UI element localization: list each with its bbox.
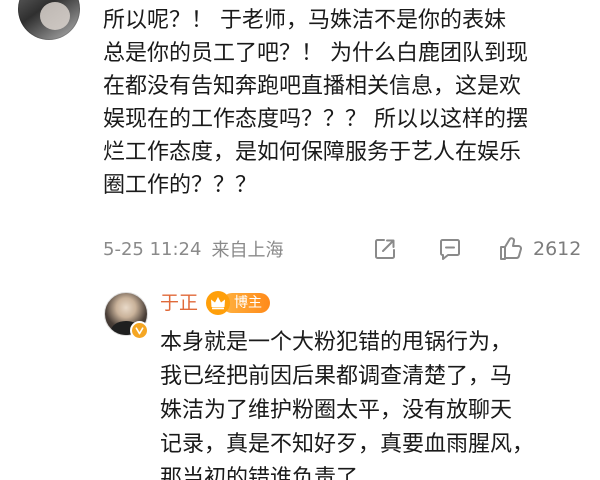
like-count: 2612	[533, 238, 582, 260]
like-button[interactable]: 2612	[497, 234, 581, 264]
reply-line: 本身就是一个大粉犯错的甩锅行为，	[160, 330, 513, 355]
crown-icon	[206, 291, 230, 315]
comment-location: 来自上海	[211, 240, 284, 261]
comment-icon	[437, 236, 463, 262]
reply-line: 姝洁为了维护粉圈太平，没有放聊天	[160, 398, 513, 423]
comment-line: 烂工作态度，是如何保障服务于艺人在娱乐	[103, 140, 522, 165]
comment-line: 娱现在的工作态度吗？？？ 所以以这样的摆	[103, 107, 528, 132]
thumbs-up-icon	[497, 235, 525, 263]
comment-line: 总是你的员工了吧？！ 为什么白鹿团队到现	[103, 41, 528, 66]
reply-line: 记录，真是不知好歹，真要血雨腥风，	[160, 432, 535, 457]
weibo-comment-thread: 所以呢？！ 于老师，马姝洁不是你的表妹 总是你的员工了吧？！ 为什么白鹿团队到现在…	[0, 0, 600, 480]
reply-body: 本身就是一个大粉犯错的甩锅行为， 我已经把前因后果都调查清楚了，马 姝洁为了维护粉圈…	[160, 326, 585, 480]
comment-line: 在都没有告知奔跑吧直播相关信息，这是欢	[103, 74, 522, 99]
comment-timestamp: 5-25 11:24	[103, 238, 202, 260]
share-button[interactable]	[372, 234, 398, 264]
verified-v-icon	[130, 321, 149, 340]
reply-line: 我已经把前因后果都调查清楚了，马	[160, 364, 513, 389]
comment-line: 所以呢？！ 于老师，马姝洁不是你的表妹	[103, 8, 506, 33]
author-badge: 博主	[206, 291, 270, 315]
reply-author-name[interactable]: 于正	[160, 290, 198, 316]
commenter-avatar[interactable]	[18, 0, 80, 40]
comment-body: 所以呢？！ 于老师，马姝洁不是你的表妹 总是你的员工了吧？！ 为什么白鹿团队到现在…	[103, 4, 587, 202]
share-icon	[372, 236, 398, 262]
comment-line: 圈工作的？？？	[103, 173, 258, 198]
reply-line: 那当初的错谁负责了	[160, 466, 359, 480]
reply-button[interactable]	[437, 234, 463, 264]
avatar-face	[40, 2, 70, 30]
